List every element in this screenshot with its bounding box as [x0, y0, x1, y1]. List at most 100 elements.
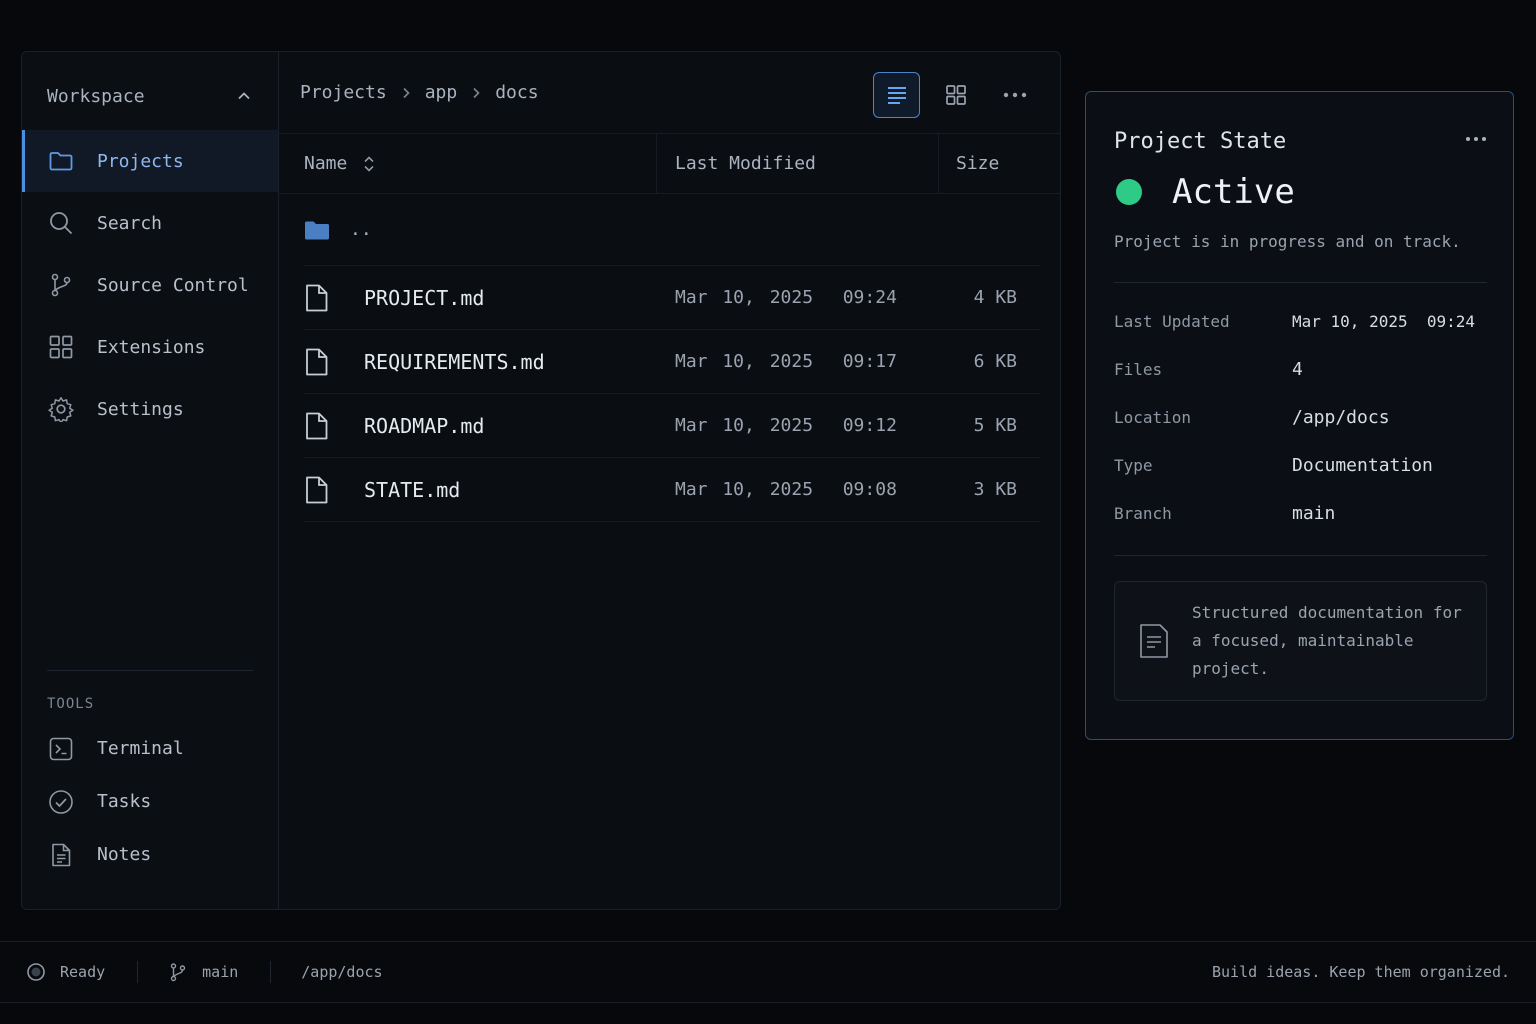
status-tagline: Build ideas. Keep them organized. — [1211, 963, 1510, 981]
tool-item-notes[interactable]: Notes — [22, 828, 278, 881]
column-header-label: Name — [304, 153, 348, 174]
toolbar: Projects app docs — [279, 52, 1060, 134]
property-value: Documentation — [1292, 454, 1433, 476]
file-icon — [304, 284, 330, 312]
parent-directory-row[interactable]: .. — [304, 194, 1040, 266]
sidebar-item-extensions[interactable]: Extensions — [22, 316, 278, 378]
property-value: main — [1292, 502, 1336, 524]
divider — [47, 670, 253, 671]
status-dot-icon — [1116, 179, 1142, 205]
tools-section-label: TOOLS — [47, 696, 95, 712]
grid-view-button[interactable] — [932, 72, 979, 118]
property-type: Type Documentation — [1114, 441, 1487, 489]
file-name: STATE.md — [364, 477, 461, 502]
tool-item-label: Terminal — [97, 738, 184, 759]
note-text: Structured documentation for a focused, … — [1192, 603, 1462, 678]
sort-icon[interactable] — [363, 155, 375, 173]
breadcrumb-docs[interactable]: docs — [495, 82, 538, 103]
file-size: 4 KB — [973, 287, 1017, 308]
status-description: Project is in progress and on track. — [1114, 232, 1461, 251]
table-row[interactable]: STATE.md Mar 10, 2025 09:08 3 KB — [304, 458, 1040, 522]
tools-list: Terminal Tasks Notes — [22, 722, 278, 881]
workspace-title: Workspace — [47, 85, 145, 107]
file-size: 5 KB — [973, 415, 1017, 436]
file-modified: Mar 10, 2025 09:08 — [675, 479, 897, 500]
breadcrumb-projects[interactable]: Projects — [300, 82, 387, 103]
file-icon — [304, 412, 330, 440]
note-card: Structured documentation for a focused, … — [1114, 581, 1487, 701]
chevron-up-icon[interactable] — [236, 88, 252, 104]
document-icon — [1139, 623, 1169, 659]
property-files: Files 4 — [1114, 345, 1487, 393]
property-branch: Branch main — [1114, 489, 1487, 537]
tool-item-terminal[interactable]: Terminal — [22, 722, 278, 775]
divider — [137, 961, 139, 983]
file-modified: Mar 10, 2025 09:17 — [675, 351, 897, 372]
chevron-right-icon — [469, 86, 483, 100]
file-modified: Mar 10, 2025 09:24 — [675, 287, 897, 308]
divider — [1114, 555, 1487, 556]
panel-header: Project State — [1114, 92, 1487, 189]
sidebar-item-source-control[interactable]: Source Control — [22, 254, 278, 316]
more-horizontal-icon[interactable] — [1465, 136, 1487, 142]
column-header-name[interactable]: Name — [279, 134, 657, 193]
grid-icon — [48, 334, 74, 360]
more-horizontal-icon — [1003, 92, 1027, 98]
status-bar: Ready main /app/docs Build ideas. Keep t… — [0, 941, 1536, 1003]
status-path[interactable]: /app/docs — [301, 942, 414, 1002]
property-last-updated: Last Updated Mar 10, 2025 09:24 — [1114, 297, 1487, 345]
status-text: Active — [1172, 172, 1295, 212]
list-icon — [886, 84, 908, 106]
table-row[interactable]: REQUIREMENTS.md Mar 10, 2025 09:17 6 KB — [304, 330, 1040, 394]
divider — [1114, 282, 1487, 283]
breadcrumb-app[interactable]: app — [425, 82, 458, 103]
sidebar-item-label: Extensions — [97, 336, 206, 358]
folder-icon — [304, 216, 330, 244]
property-key: Last Updated — [1114, 311, 1230, 331]
status-branch[interactable]: main — [168, 942, 270, 1002]
divider — [270, 961, 272, 983]
file-size: 3 KB — [973, 479, 1017, 500]
project-state-panel: Project State Active Project is in progr… — [1085, 91, 1514, 740]
column-header-size[interactable]: Size — [939, 134, 1060, 193]
sidebar-item-label: Source Control — [97, 274, 249, 296]
sidebar-item-projects[interactable]: Projects — [22, 130, 278, 192]
file-size: 6 KB — [973, 351, 1017, 372]
terminal-icon — [48, 736, 74, 762]
status-ready[interactable]: Ready — [0, 942, 137, 1002]
property-key: Files — [1114, 359, 1163, 379]
sidebar-item-label: Settings — [97, 398, 184, 420]
chevron-right-icon — [399, 86, 413, 100]
table-row[interactable]: ROADMAP.md Mar 10, 2025 09:12 5 KB — [304, 394, 1040, 458]
property-key: Type — [1114, 455, 1153, 475]
property-value: Mar 10, 2025 09:24 — [1292, 311, 1476, 331]
list-view-button[interactable] — [873, 72, 920, 118]
view-controls — [873, 72, 1038, 118]
folder-icon — [48, 148, 74, 174]
property-value: /app/docs — [1292, 406, 1390, 428]
workspace-header[interactable]: Workspace — [22, 52, 278, 140]
check-circle-icon — [48, 789, 74, 815]
tool-item-label: Tasks — [97, 791, 152, 812]
gear-icon — [48, 396, 74, 422]
property-key: Location — [1114, 407, 1192, 427]
file-name: ROADMAP.md — [364, 413, 485, 438]
file-browser: Projects app docs Name Last Modified Siz… — [279, 52, 1060, 909]
column-header-modified[interactable]: Last Modified — [657, 134, 939, 193]
tool-item-tasks[interactable]: Tasks — [22, 775, 278, 828]
file-icon — [304, 348, 330, 376]
property-key: Branch — [1114, 503, 1172, 523]
column-header-label: Size — [956, 153, 1000, 174]
table-row[interactable]: PROJECT.md Mar 10, 2025 09:24 4 KB — [304, 266, 1040, 330]
sidebar-item-search[interactable]: Search — [22, 192, 278, 254]
status-indicator: Active — [1114, 172, 1487, 212]
status-ready-label: Ready — [60, 963, 106, 981]
file-explorer-window: Workspace Projects Search Source Control… — [21, 51, 1061, 910]
breadcrumb: Projects app docs — [300, 82, 539, 103]
sidebar-item-label: Projects — [97, 150, 184, 172]
panel-title: Project State — [1114, 129, 1287, 154]
status-path-label: /app/docs — [301, 963, 383, 981]
more-options-button[interactable] — [991, 72, 1038, 118]
sidebar-item-settings[interactable]: Settings — [22, 378, 278, 440]
sidebar-item-label: Search — [97, 212, 163, 234]
